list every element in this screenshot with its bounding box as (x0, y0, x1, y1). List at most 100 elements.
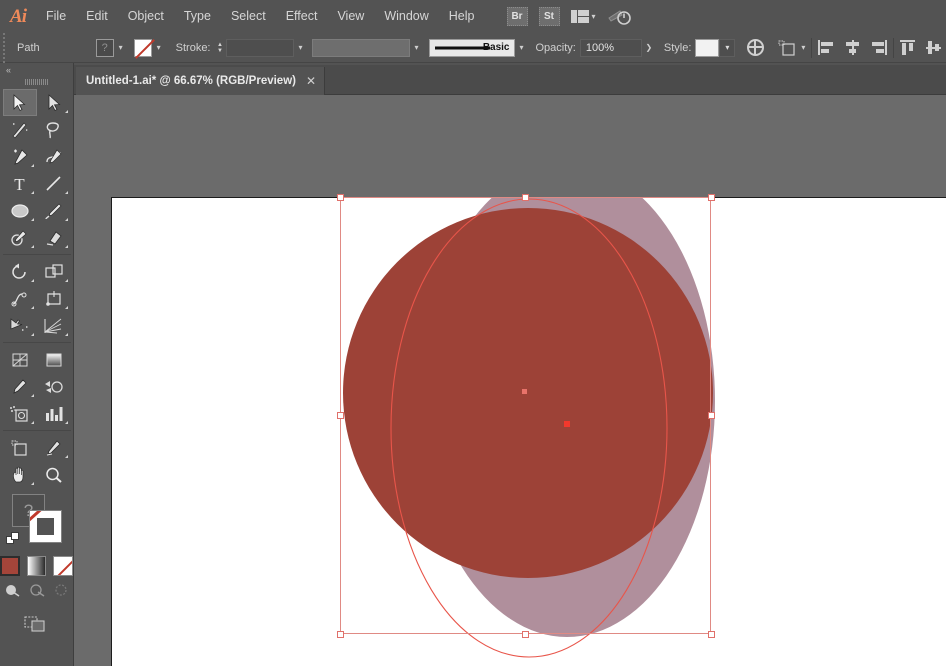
eyedropper-tool[interactable] (3, 373, 37, 400)
magic-wand-tool[interactable] (3, 116, 37, 143)
selection-handle-top-center[interactable] (522, 194, 529, 201)
variable-width-profile-input[interactable] (311, 38, 410, 57)
pen-tool[interactable] (3, 143, 37, 170)
draw-inside-button[interactable] (53, 582, 71, 598)
ellipse-tool[interactable] (3, 197, 37, 224)
menu-type[interactable]: Type (174, 0, 221, 33)
free-transform-tool[interactable] (37, 285, 71, 312)
circle-center-point[interactable] (564, 421, 570, 427)
menu-bar-right-icons: Br St ▾ (506, 7, 631, 26)
zoom-tool[interactable] (37, 461, 71, 488)
graphic-style-swatch[interactable] (695, 38, 720, 57)
slice-tool[interactable] (37, 434, 71, 461)
draw-behind-button[interactable] (28, 582, 46, 598)
mesh-tool[interactable] (3, 346, 37, 373)
flyout-indicator-icon (64, 279, 68, 282)
gradient-tool[interactable] (37, 346, 71, 373)
width-tool[interactable] (3, 285, 37, 312)
menu-file[interactable]: File (36, 0, 76, 33)
symbol-sprayer-tool[interactable] (3, 400, 37, 427)
flyout-indicator-icon (30, 279, 34, 282)
collapse-panel-icon[interactable]: « (0, 63, 73, 76)
variable-width-chevron-down-icon[interactable]: ▾ (410, 39, 424, 57)
lasso-tool[interactable] (37, 116, 71, 143)
align-right-icon[interactable] (870, 40, 888, 55)
menu-object[interactable]: Object (118, 0, 174, 33)
document-tab-title: Untitled-1.ai* @ 66.67% (RGB/Preview) (86, 75, 296, 87)
opacity-input[interactable]: 100% (579, 38, 642, 57)
selection-handle-middle-right[interactable] (708, 412, 715, 419)
cc-libraries-sync-button[interactable] (607, 8, 631, 26)
opacity-options-chevron-icon[interactable]: ❯ (642, 39, 656, 57)
chevron-down-icon: ▾ (591, 12, 596, 21)
stroke-weight-input[interactable] (225, 38, 294, 57)
fill-color-swatch[interactable]: ? (95, 38, 114, 57)
color-button[interactable] (0, 556, 20, 576)
arrange-documents-icon (570, 10, 589, 23)
selection-handle-bottom-left[interactable] (337, 631, 344, 638)
toolbar-stroke-swatch[interactable] (29, 510, 62, 543)
paintbrush-tool[interactable] (37, 197, 71, 224)
canvas-area[interactable] (74, 95, 946, 666)
stroke-color-swatch[interactable] (133, 38, 155, 59)
align-left-icon[interactable] (818, 40, 835, 55)
selection-handle-bottom-center[interactable] (522, 631, 529, 638)
align-vertical-center-icon[interactable] (926, 40, 943, 55)
menu-edit[interactable]: Edit (76, 0, 118, 33)
selection-tool[interactable] (2, 89, 37, 116)
brush-chevron-down-icon[interactable]: ▾ (515, 39, 529, 57)
stroke-weight-stepper[interactable]: ▲ ▼ (215, 39, 226, 57)
control-bar-grip[interactable] (0, 32, 7, 63)
graphic-style-chevron-down-icon[interactable]: ▾ (719, 38, 736, 57)
artboard-tool[interactable] (3, 434, 37, 461)
shaper-tool[interactable] (3, 224, 37, 251)
transform-chevron-down-icon: ▾ (801, 43, 806, 52)
recolor-artwork-icon[interactable] (747, 39, 765, 56)
change-screen-mode-button[interactable] (23, 614, 51, 639)
tools-panel-grip[interactable] (0, 76, 73, 87)
column-graph-tool[interactable] (37, 400, 71, 427)
selection-handle-middle-left[interactable] (337, 412, 344, 419)
arrange-documents-button[interactable]: ▾ (570, 10, 596, 23)
type-tool[interactable]: T (3, 170, 37, 197)
menu-view[interactable]: View (327, 0, 374, 33)
direct-selection-tool[interactable] (37, 89, 71, 116)
selection-handle-top-right[interactable] (708, 194, 715, 201)
selected-object-type-label: Path (17, 41, 40, 54)
flyout-indicator-icon (64, 421, 68, 424)
opacity-label: Opacity: (535, 41, 576, 54)
flyout-indicator-icon (30, 421, 34, 424)
align-top-icon[interactable] (900, 40, 917, 55)
scale-tool[interactable] (37, 258, 71, 285)
brush-definition-dropdown[interactable]: Basic (428, 38, 515, 57)
selection-handle-top-left[interactable] (337, 194, 344, 201)
shape-builder-tool[interactable] (3, 312, 37, 339)
none-button[interactable] (53, 556, 73, 576)
menu-help[interactable]: Help (439, 0, 485, 33)
selection-handle-bottom-right[interactable] (708, 631, 715, 638)
curvature-tool[interactable] (37, 143, 71, 170)
bridge-button[interactable]: Br (506, 7, 528, 26)
hand-tool[interactable] (3, 461, 37, 488)
gradient-button[interactable] (26, 556, 47, 576)
menu-select[interactable]: Select (221, 0, 276, 33)
line-segment-tool[interactable] (37, 170, 71, 197)
ellipse-center-point[interactable] (522, 389, 527, 394)
menu-window[interactable]: Window (374, 0, 438, 33)
blend-tool[interactable] (37, 373, 71, 400)
menu-effect[interactable]: Effect (276, 0, 328, 33)
fill-dropdown-chevron-down-icon[interactable]: ▾ (114, 39, 128, 57)
rotate-tool[interactable] (3, 258, 37, 285)
perspective-grid-tool[interactable] (37, 312, 71, 339)
stroke-weight-chevron-down-icon[interactable]: ▾ (294, 39, 308, 57)
transform-button[interactable]: ▾ (778, 40, 805, 56)
close-icon[interactable]: ✕ (306, 74, 316, 88)
swap-fill-stroke-icon[interactable] (6, 532, 20, 546)
draw-normal-button[interactable] (3, 582, 21, 598)
stock-button[interactable]: St (538, 7, 560, 26)
flyout-indicator-icon (30, 333, 34, 336)
document-tab[interactable]: Untitled-1.ai* @ 66.67% (RGB/Preview) ✕ (76, 67, 326, 95)
flyout-indicator-icon (64, 218, 68, 221)
align-horizontal-center-icon[interactable] (844, 40, 861, 55)
eraser-tool[interactable] (37, 224, 71, 251)
